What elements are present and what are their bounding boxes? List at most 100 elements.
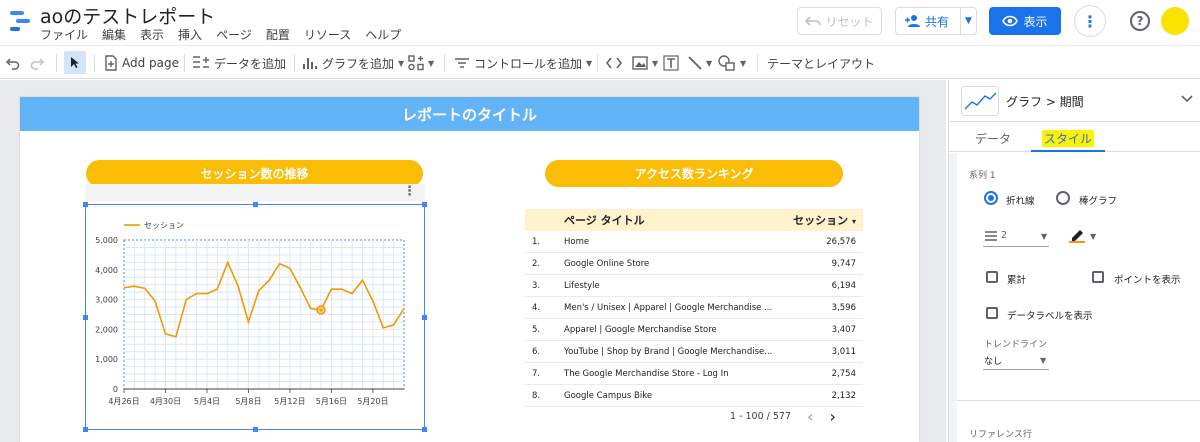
image-button[interactable]: ▼: [632, 52, 658, 74]
share-dropdown-icon[interactable]: ▼: [961, 16, 976, 26]
embed-code-icon[interactable]: [606, 52, 622, 74]
report-title-banner[interactable]: レポートのタイトル: [20, 97, 919, 131]
chart-svg: 0 1,000 2,000 3,000 4,000 5,000 4月26日 4月30日 5月4日…: [95, 221, 405, 406]
row-page-title: YouTube | Shop by Brand | Google Merchan…: [564, 346, 773, 357]
row-sessions: 3,011: [831, 346, 856, 357]
legend-label: セッション: [144, 221, 184, 230]
row-page-title: Lifestyle: [564, 280, 600, 291]
community-viz-button[interactable]: ▼: [408, 52, 434, 74]
tab-data[interactable]: データ: [975, 130, 1011, 147]
ranking-table: ページ タイトル セッション ▾ 1. Home 26,576 2. Google On…: [525, 209, 863, 407]
table-row[interactable]: 3. Lifestyle 6,194: [525, 275, 863, 297]
table-row[interactable]: 6. YouTube | Shop by Brand | Google Merch…: [525, 341, 863, 363]
chevron-down-icon[interactable]: ▼: [1041, 232, 1047, 241]
more-options-icon[interactable]: ⋮: [1074, 5, 1106, 37]
avatar[interactable]: [1161, 7, 1189, 35]
column-header-title[interactable]: ページ タイトル: [564, 212, 784, 228]
show-points-checkbox[interactable]: [1092, 271, 1104, 283]
chart-header-pill[interactable]: セッション数の推移: [86, 160, 423, 187]
y-tick-label: 0: [113, 385, 118, 394]
view-button[interactable]: 表示: [989, 7, 1061, 35]
line-color-picker[interactable]: [1069, 227, 1087, 246]
row-rank: 4.: [532, 302, 541, 313]
resize-handle[interactable]: [83, 427, 88, 432]
next-page-icon[interactable]: ›: [829, 407, 835, 426]
share-button[interactable]: 共有 ▼: [895, 7, 977, 35]
resize-handle[interactable]: [422, 315, 427, 320]
chart-menu-icon[interactable]: ⋮: [403, 184, 416, 199]
resize-handle[interactable]: [253, 427, 258, 432]
theme-layout-button[interactable]: テーマとレイアウト: [767, 52, 875, 74]
reset-label: リセット: [825, 14, 874, 29]
tab-style[interactable]: スタイル: [1042, 130, 1095, 147]
menu-insert[interactable]: 挿入: [178, 26, 202, 43]
row-page-title: Men's / Unisex | Apparel | Google Mercha…: [564, 302, 773, 313]
document-title[interactable]: aoのテストレポート: [40, 2, 215, 29]
series-point-center: [319, 308, 323, 312]
row-page-title: The Google Merchandise Store - Log In: [564, 368, 729, 379]
menu-view[interactable]: 表示: [140, 26, 164, 43]
time-series-chart-type-icon[interactable]: [961, 86, 999, 116]
table-row[interactable]: 8. Google Campus Bike 2,132: [525, 385, 863, 407]
data-studio-logo-icon[interactable]: [10, 10, 32, 32]
cumulative-checkbox[interactable]: [986, 271, 998, 283]
panel-scroll-edge: [949, 153, 957, 442]
x-tick-label: 4月30日: [150, 397, 181, 406]
row-page-title: Apparel | Google Merchandise Store: [564, 324, 717, 335]
cumulative-label: 累計: [1007, 275, 1027, 286]
add-chart-button[interactable]: グラフを追加 ▼: [302, 52, 404, 74]
menu-bar: ファイル 編集 表示 挿入 ページ 配置 リソース ヘルプ: [40, 26, 401, 43]
bar-radio[interactable]: [1056, 191, 1070, 205]
table-row[interactable]: 2. Google Online Store 9,747: [525, 253, 863, 275]
menu-page[interactable]: ページ: [216, 26, 252, 43]
help-icon[interactable]: ?: [1130, 11, 1150, 31]
resize-handle[interactable]: [83, 315, 88, 320]
menu-file[interactable]: ファイル: [40, 26, 88, 43]
menu-edit[interactable]: 編集: [102, 26, 126, 43]
menu-arrange[interactable]: 配置: [266, 26, 290, 43]
shape-button[interactable]: ▼: [718, 52, 746, 74]
time-series-chart[interactable]: 0 1,000 2,000 3,000 4,000 5,000 4月26日 4月30日 5月4日…: [83, 202, 427, 432]
prev-page-icon[interactable]: ‹: [807, 407, 813, 426]
add-control-button[interactable]: コントロールを追加 ▼: [454, 52, 592, 74]
dropdown-underline: [983, 369, 1049, 370]
table-row[interactable]: 1. Home 26,576: [525, 231, 863, 253]
column-header-sessions[interactable]: セッション ▾: [784, 212, 863, 228]
line-radio[interactable]: [984, 191, 998, 205]
resize-handle[interactable]: [422, 427, 427, 432]
add-data-label: データを追加: [214, 56, 287, 71]
row-page-title: Google Online Store: [564, 258, 650, 269]
table-header-pill[interactable]: アクセス数ランキング: [545, 160, 843, 187]
select-pointer-icon[interactable]: [64, 51, 86, 74]
line-icon: [688, 56, 702, 70]
trendline-label: トレンドライン: [984, 340, 1048, 350]
line-weight-value[interactable]: 2: [1001, 230, 1007, 241]
reset-button[interactable]: リセット: [797, 7, 882, 35]
dropdown-underline: [983, 246, 1049, 247]
menu-resource[interactable]: リソース: [304, 26, 351, 43]
chevron-down-icon[interactable]: ▼: [1040, 356, 1046, 365]
add-page-button[interactable]: Add page: [104, 52, 179, 74]
table-row[interactable]: 7. The Google Merchandise Store - Log In 2…: [525, 363, 863, 385]
add-data-button[interactable]: データを追加: [192, 52, 286, 74]
x-tick-label: 5月8日: [235, 397, 261, 406]
undo-icon[interactable]: [6, 52, 20, 74]
menu-help[interactable]: ヘルプ: [365, 26, 401, 43]
redo-icon[interactable]: [30, 52, 44, 74]
chevron-down-icon[interactable]: [1181, 92, 1193, 106]
report-canvas: レポートのタイトル セッション数の推移 アクセス数ランキング ⋮ 0 1,000 2…: [0, 80, 946, 442]
series-section-label: 系列 1: [969, 171, 996, 181]
resize-handle[interactable]: [422, 202, 427, 207]
row-sessions: 2,754: [831, 368, 856, 379]
chevron-down-icon[interactable]: ▼: [1090, 232, 1096, 241]
trendline-value[interactable]: なし: [984, 354, 1002, 367]
show-data-labels-checkbox[interactable]: [986, 307, 998, 319]
table-row[interactable]: 5. Apparel | Google Merchandise Store 3,40…: [525, 319, 863, 341]
row-sessions: 3,407: [831, 324, 856, 335]
table-row[interactable]: 4. Men's / Unisex | Apparel | Google Merc…: [525, 297, 863, 319]
resize-handle[interactable]: [83, 202, 88, 207]
resize-handle[interactable]: [253, 202, 258, 207]
line-button[interactable]: ▼: [688, 52, 712, 74]
share-main[interactable]: 共有: [896, 8, 961, 34]
text-box-icon[interactable]: [663, 52, 679, 74]
